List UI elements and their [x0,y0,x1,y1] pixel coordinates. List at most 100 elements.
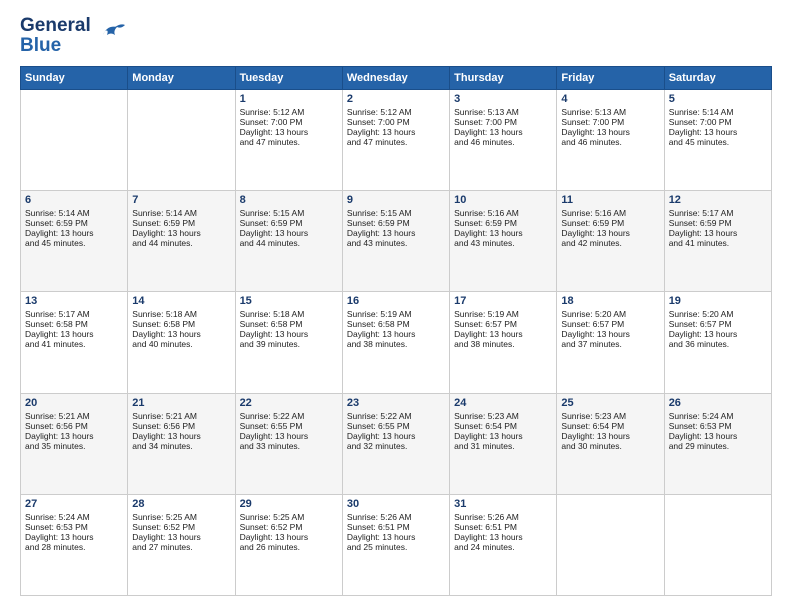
calendar-cell: 17Sunrise: 5:19 AMSunset: 6:57 PMDayligh… [450,292,557,393]
col-saturday: Saturday [664,66,771,89]
day-info-line: Sunrise: 5:18 AM [132,309,230,319]
day-info-line: Daylight: 13 hours [669,329,767,339]
day-info-line: Daylight: 13 hours [454,431,552,441]
day-info-line: and 47 minutes. [240,137,338,147]
day-info-line: and 44 minutes. [132,238,230,248]
day-info-line: and 41 minutes. [669,238,767,248]
calendar-header-row: Sunday Monday Tuesday Wednesday Thursday… [21,66,772,89]
calendar-cell: 28Sunrise: 5:25 AMSunset: 6:52 PMDayligh… [128,494,235,595]
day-number: 31 [454,498,552,510]
day-info-line: Sunset: 6:59 PM [240,218,338,228]
calendar-cell: 20Sunrise: 5:21 AMSunset: 6:56 PMDayligh… [21,393,128,494]
day-info-line: Sunset: 6:52 PM [240,522,338,532]
calendar-cell: 6Sunrise: 5:14 AMSunset: 6:59 PMDaylight… [21,191,128,292]
logo: General Blue [20,16,127,56]
day-info-line: and 35 minutes. [25,441,123,451]
day-number: 13 [25,295,123,307]
day-info-line: Sunrise: 5:26 AM [454,512,552,522]
calendar-cell: 31Sunrise: 5:26 AMSunset: 6:51 PMDayligh… [450,494,557,595]
day-number: 12 [669,194,767,206]
day-info-line: Sunset: 7:00 PM [561,117,659,127]
day-info-line: Sunset: 6:59 PM [561,218,659,228]
day-number: 29 [240,498,338,510]
day-info-line: and 47 minutes. [347,137,445,147]
day-info-line: and 44 minutes. [240,238,338,248]
day-info-line: Sunrise: 5:26 AM [347,512,445,522]
calendar-cell: 30Sunrise: 5:26 AMSunset: 6:51 PMDayligh… [342,494,449,595]
day-number: 22 [240,397,338,409]
header: General Blue [20,16,772,56]
day-info-line: Daylight: 13 hours [454,532,552,542]
day-info-line: Sunset: 6:55 PM [240,421,338,431]
day-info-line: Sunrise: 5:25 AM [132,512,230,522]
logo-general: General [20,16,91,36]
calendar-cell: 7Sunrise: 5:14 AMSunset: 6:59 PMDaylight… [128,191,235,292]
calendar-cell: 1Sunrise: 5:12 AMSunset: 7:00 PMDaylight… [235,89,342,190]
day-info-line: Daylight: 13 hours [132,431,230,441]
day-number: 27 [25,498,123,510]
day-number: 26 [669,397,767,409]
day-number: 3 [454,93,552,105]
day-info-line: and 24 minutes. [454,542,552,552]
day-info-line: Daylight: 13 hours [347,431,445,441]
day-number: 4 [561,93,659,105]
day-number: 28 [132,498,230,510]
day-info-line: Daylight: 13 hours [561,228,659,238]
day-info-line: and 28 minutes. [25,542,123,552]
calendar-week-1: 1Sunrise: 5:12 AMSunset: 7:00 PMDaylight… [21,89,772,190]
calendar-table: Sunday Monday Tuesday Wednesday Thursday… [20,66,772,596]
day-number: 25 [561,397,659,409]
calendar-cell: 15Sunrise: 5:18 AMSunset: 6:58 PMDayligh… [235,292,342,393]
day-info-line: Daylight: 13 hours [25,228,123,238]
day-info-line: and 29 minutes. [669,441,767,451]
col-thursday: Thursday [450,66,557,89]
day-info-line: Sunrise: 5:22 AM [240,411,338,421]
day-info-line: and 33 minutes. [240,441,338,451]
day-info-line: Sunrise: 5:17 AM [25,309,123,319]
day-info-line: Sunrise: 5:13 AM [454,107,552,117]
day-number: 21 [132,397,230,409]
calendar-cell: 4Sunrise: 5:13 AMSunset: 7:00 PMDaylight… [557,89,664,190]
day-info-line: Sunset: 6:57 PM [669,319,767,329]
calendar-cell: 12Sunrise: 5:17 AMSunset: 6:59 PMDayligh… [664,191,771,292]
day-info-line: Sunrise: 5:24 AM [669,411,767,421]
day-info-line: Sunrise: 5:18 AM [240,309,338,319]
calendar-cell: 23Sunrise: 5:22 AMSunset: 6:55 PMDayligh… [342,393,449,494]
day-info-line: Daylight: 13 hours [132,228,230,238]
calendar-cell: 10Sunrise: 5:16 AMSunset: 6:59 PMDayligh… [450,191,557,292]
calendar-cell: 13Sunrise: 5:17 AMSunset: 6:58 PMDayligh… [21,292,128,393]
day-info-line: Sunrise: 5:20 AM [561,309,659,319]
day-info-line: and 46 minutes. [454,137,552,147]
day-info-line: Sunrise: 5:25 AM [240,512,338,522]
day-info-line: Sunrise: 5:16 AM [454,208,552,218]
day-info-line: and 38 minutes. [454,339,552,349]
day-info-line: and 32 minutes. [347,441,445,451]
day-info-line: Sunrise: 5:14 AM [669,107,767,117]
day-number: 23 [347,397,445,409]
day-info-line: Sunset: 6:54 PM [561,421,659,431]
day-info-line: Sunset: 6:58 PM [347,319,445,329]
day-info-line: Sunrise: 5:15 AM [240,208,338,218]
day-info-line: Daylight: 13 hours [561,431,659,441]
calendar-cell: 9Sunrise: 5:15 AMSunset: 6:59 PMDaylight… [342,191,449,292]
day-info-line: Daylight: 13 hours [454,127,552,137]
day-info-line: Sunrise: 5:21 AM [132,411,230,421]
day-info-line: and 34 minutes. [132,441,230,451]
day-info-line: Daylight: 13 hours [347,127,445,137]
day-info-line: Daylight: 13 hours [132,329,230,339]
day-number: 7 [132,194,230,206]
calendar-cell: 14Sunrise: 5:18 AMSunset: 6:58 PMDayligh… [128,292,235,393]
day-info-line: Sunrise: 5:21 AM [25,411,123,421]
col-friday: Friday [557,66,664,89]
day-info-line: and 43 minutes. [347,238,445,248]
calendar-cell [128,89,235,190]
calendar-cell: 26Sunrise: 5:24 AMSunset: 6:53 PMDayligh… [664,393,771,494]
day-info-line: and 25 minutes. [347,542,445,552]
day-info-line: Sunrise: 5:15 AM [347,208,445,218]
day-info-line: Sunset: 6:57 PM [561,319,659,329]
day-info-line: Sunset: 6:56 PM [25,421,123,431]
day-number: 30 [347,498,445,510]
day-info-line: Daylight: 13 hours [25,329,123,339]
col-sunday: Sunday [21,66,128,89]
day-info-line: Sunrise: 5:13 AM [561,107,659,117]
